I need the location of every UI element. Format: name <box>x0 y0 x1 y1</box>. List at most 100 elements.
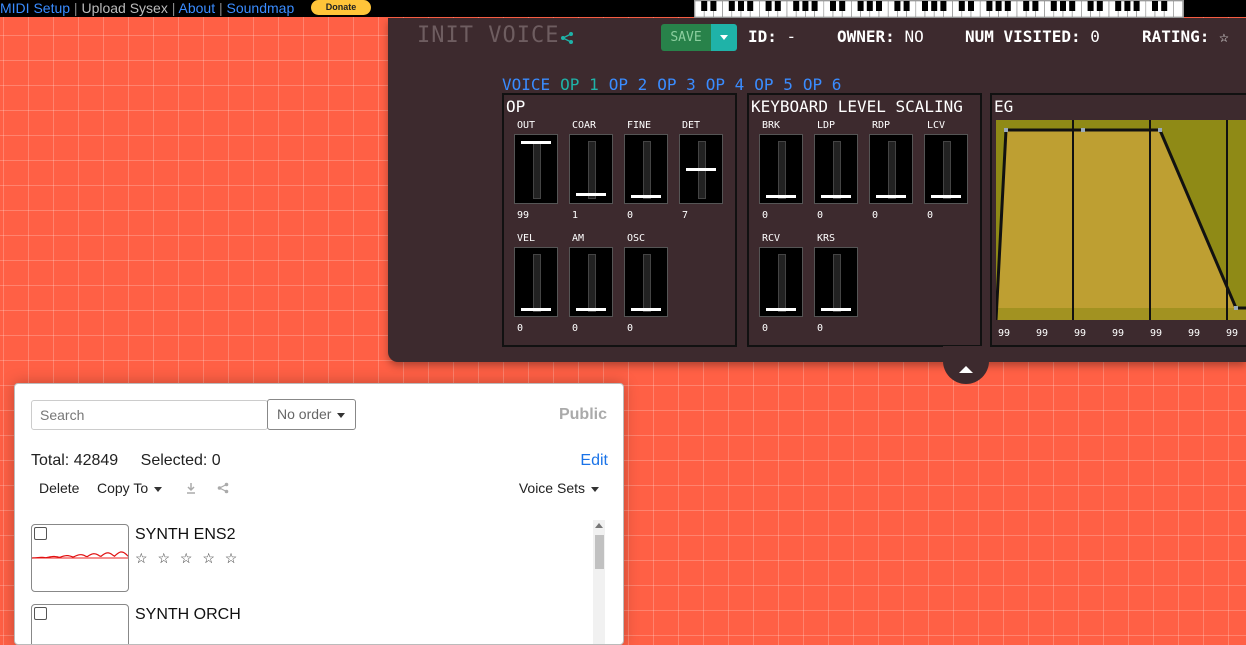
voice-name[interactable]: INIT VOICE <box>417 23 559 48</box>
piano-black-key[interactable] <box>811 1 818 11</box>
piano-black-key[interactable] <box>894 1 901 11</box>
tab-voice[interactable]: VOICE <box>502 75 550 94</box>
slider-handle[interactable] <box>521 308 551 311</box>
collapse-editor-button[interactable] <box>943 346 989 384</box>
piano-black-key[interactable] <box>1152 1 1158 11</box>
piano-black-key[interactable] <box>802 1 809 11</box>
rating-star[interactable]: ☆ <box>1219 27 1229 46</box>
item-rating-stars[interactable]: ☆ ☆ ☆ ☆ ☆ <box>135 550 240 567</box>
piano-black-key[interactable] <box>710 1 717 11</box>
slider-track[interactable] <box>814 247 858 317</box>
piano-black-key[interactable] <box>995 1 1002 11</box>
slider-handle[interactable] <box>876 195 906 198</box>
slider-track[interactable] <box>924 134 968 204</box>
slider-track[interactable] <box>624 134 668 204</box>
piano-black-key[interactable] <box>866 1 873 11</box>
piano-black-key[interactable] <box>940 1 947 11</box>
item-checkbox[interactable] <box>34 607 47 620</box>
save-dropdown-button[interactable] <box>711 24 737 51</box>
item-name[interactable]: SYNTH ENS2 <box>135 526 235 544</box>
slider-handle[interactable] <box>931 195 961 198</box>
item-name[interactable]: SYNTH ORCH <box>135 606 241 624</box>
slider-handle[interactable] <box>631 308 661 311</box>
slider-track[interactable] <box>624 247 668 317</box>
nav-midi-setup[interactable]: MIDI Setup <box>0 0 70 16</box>
share-icon[interactable] <box>560 31 574 45</box>
slider-track[interactable] <box>569 247 613 317</box>
piano-black-key[interactable] <box>701 1 708 11</box>
piano-black-key[interactable] <box>1133 1 1140 11</box>
piano-black-key[interactable] <box>1087 1 1094 11</box>
item-checkbox[interactable] <box>34 527 47 540</box>
piano-black-key[interactable] <box>1161 1 1168 11</box>
piano-black-key[interactable] <box>931 1 938 11</box>
piano-black-key[interactable] <box>1050 1 1057 11</box>
slider-handle[interactable] <box>821 308 851 311</box>
tab-op-1[interactable]: OP 1 <box>560 75 599 94</box>
piano-black-key[interactable] <box>830 1 836 11</box>
piano-black-key[interactable] <box>793 1 800 11</box>
slider-handle[interactable] <box>766 308 796 311</box>
piano-black-key[interactable] <box>747 1 754 11</box>
edit-link[interactable]: Edit <box>580 452 608 470</box>
nav-about[interactable]: About <box>179 0 216 16</box>
slider-track[interactable] <box>814 134 858 204</box>
piano-black-key[interactable] <box>1115 1 1122 11</box>
piano-keyboard[interactable] <box>694 0 1184 18</box>
slider-track[interactable] <box>569 134 613 204</box>
slider-track[interactable] <box>679 134 723 204</box>
copy-to-dropdown[interactable]: Copy To <box>97 480 163 496</box>
donate-button[interactable]: Donate <box>311 0 371 15</box>
delete-button[interactable]: Delete <box>39 480 79 496</box>
list-item[interactable]: SYNTH ENS2 ☆ ☆ ☆ ☆ ☆ <box>31 524 591 596</box>
slider-track[interactable] <box>759 134 803 204</box>
piano-black-key[interactable] <box>1060 1 1066 11</box>
scroll-thumb[interactable] <box>595 535 604 569</box>
piano-black-key[interactable] <box>903 1 910 11</box>
piano-black-key[interactable] <box>839 1 846 11</box>
slider-handle[interactable] <box>686 167 716 171</box>
piano-black-key[interactable] <box>958 1 965 11</box>
slider-handle[interactable] <box>766 195 796 198</box>
slider-track[interactable] <box>759 247 803 317</box>
tab-op-6[interactable]: OP 6 <box>803 75 842 94</box>
piano-white-key[interactable] <box>1173 0 1183 18</box>
piano-black-key[interactable] <box>738 1 744 11</box>
slider-handle[interactable] <box>631 195 661 198</box>
nav-upload-sysex[interactable]: Upload Sysex <box>81 0 167 16</box>
piano-black-key[interactable] <box>1032 1 1039 11</box>
slider-track[interactable] <box>514 134 558 204</box>
slider-track[interactable] <box>869 134 913 204</box>
voice-sets-dropdown[interactable]: Voice Sets <box>519 480 599 496</box>
piano-black-key[interactable] <box>876 1 882 11</box>
piano-black-key[interactable] <box>1124 1 1131 11</box>
piano-black-key[interactable] <box>1023 1 1030 11</box>
slider-handle[interactable] <box>576 193 606 197</box>
piano-keys[interactable] <box>694 0 1183 18</box>
scroll-up-arrow[interactable] <box>595 523 603 528</box>
piano-black-key[interactable] <box>774 1 781 11</box>
slider-handle[interactable] <box>576 308 606 311</box>
piano-black-key[interactable] <box>728 1 735 11</box>
piano-black-key[interactable] <box>765 1 772 11</box>
piano-black-key[interactable] <box>1004 1 1011 11</box>
piano-black-key[interactable] <box>986 1 993 11</box>
tab-op-2[interactable]: OP 2 <box>609 75 648 94</box>
save-button[interactable]: SAVE <box>661 24 711 51</box>
slider-handle[interactable] <box>521 140 551 144</box>
piano-black-key[interactable] <box>968 1 974 11</box>
slider-handle[interactable] <box>821 195 851 198</box>
order-dropdown[interactable]: No order <box>267 399 356 430</box>
nav-soundmap[interactable]: Soundmap <box>227 0 295 16</box>
slider-track[interactable] <box>514 247 558 317</box>
list-scrollbar[interactable] <box>593 520 605 644</box>
piano-black-key[interactable] <box>922 1 928 11</box>
tab-op-3[interactable]: OP 3 <box>657 75 696 94</box>
piano-black-key[interactable] <box>857 1 864 11</box>
download-icon[interactable] <box>185 482 197 494</box>
tab-op-5[interactable]: OP 5 <box>754 75 793 94</box>
search-input[interactable] <box>31 400 268 430</box>
share-icon[interactable] <box>217 482 229 494</box>
piano-black-key[interactable] <box>1096 1 1103 11</box>
tab-op-4[interactable]: OP 4 <box>706 75 745 94</box>
